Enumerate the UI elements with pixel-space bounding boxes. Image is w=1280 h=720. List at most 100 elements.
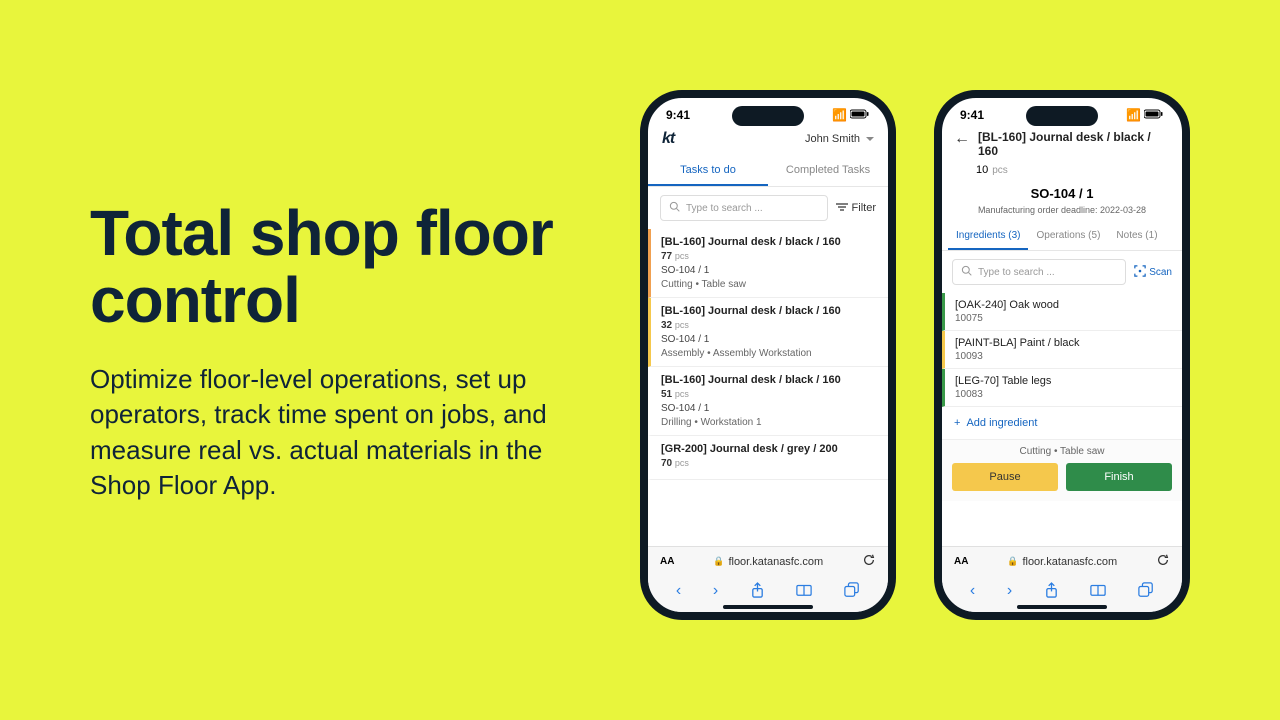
chevron-down-icon bbox=[866, 137, 874, 141]
search-icon bbox=[669, 201, 680, 215]
detail-qty: 10pcs bbox=[942, 162, 1182, 182]
bookmarks-icon[interactable] bbox=[1090, 582, 1106, 604]
user-menu[interactable]: John Smith bbox=[805, 133, 874, 145]
url-display: 🔒 floor.katanasfc.com bbox=[713, 556, 823, 568]
task-item[interactable]: [GR-200] Journal desk / grey / 200 70 pc… bbox=[648, 436, 888, 480]
tab-operations[interactable]: Operations (5) bbox=[1028, 223, 1108, 250]
status-icons: 📶 bbox=[1126, 108, 1164, 122]
task-qty: 77 pcs bbox=[661, 251, 878, 262]
detail-header: ← [BL-160] Journal desk / black / 160 bbox=[942, 126, 1182, 162]
share-icon[interactable] bbox=[750, 582, 765, 604]
ingredient-name: [PAINT-BLA] Paint / black bbox=[955, 337, 1172, 349]
search-input[interactable]: Type to search ... bbox=[952, 259, 1126, 285]
add-ingredient-label: Add ingredient bbox=[966, 417, 1037, 429]
task-title: [BL-160] Journal desk / black / 160 bbox=[661, 305, 878, 317]
url-bar[interactable]: AA 🔒 floor.katanasfc.com bbox=[942, 547, 1182, 576]
back-arrow-icon[interactable]: ← bbox=[954, 130, 970, 148]
search-placeholder: Type to search ... bbox=[686, 203, 763, 214]
task-item[interactable]: [BL-160] Journal desk / black / 160 51 p… bbox=[648, 367, 888, 436]
lock-icon: 🔒 bbox=[1007, 556, 1018, 567]
ingredient-item[interactable]: [PAINT-BLA] Paint / black 10093 bbox=[942, 331, 1182, 369]
task-qty: 32 pcs bbox=[661, 320, 878, 331]
filter-icon bbox=[836, 202, 848, 215]
browser-chrome: AA 🔒 floor.katanasfc.com ‹ › bbox=[648, 546, 888, 612]
ingredient-name: [LEG-70] Table legs bbox=[955, 375, 1172, 387]
task-title: [GR-200] Journal desk / grey / 200 bbox=[661, 443, 878, 455]
task-op: Cutting • Table saw bbox=[661, 279, 878, 290]
tab-ingredients[interactable]: Ingredients (3) bbox=[948, 223, 1028, 250]
task-so: SO-104 / 1 bbox=[661, 334, 878, 345]
search-input[interactable]: Type to search ... bbox=[660, 195, 828, 221]
lock-icon: 🔒 bbox=[713, 556, 724, 567]
tab-completed-tasks[interactable]: Completed Tasks bbox=[768, 156, 888, 186]
marketing-copy: Total shop floor control Optimize floor-… bbox=[90, 200, 580, 503]
task-so: SO-104 / 1 bbox=[661, 265, 878, 276]
task-title: [BL-160] Journal desk / black / 160 bbox=[661, 374, 878, 386]
status-icons: 📶 bbox=[832, 108, 870, 122]
pause-button[interactable]: Pause bbox=[952, 463, 1058, 491]
url-display: 🔒 floor.katanasfc.com bbox=[1007, 556, 1117, 568]
bookmarks-icon[interactable] bbox=[796, 582, 812, 604]
finish-button[interactable]: Finish bbox=[1066, 463, 1172, 491]
ingredient-item[interactable]: [OAK-240] Oak wood 10075 bbox=[942, 293, 1182, 331]
task-qty: 51 pcs bbox=[661, 389, 878, 400]
browser-chrome: AA 🔒 floor.katanasfc.com ‹ › bbox=[942, 546, 1182, 612]
refresh-icon[interactable] bbox=[862, 553, 876, 570]
headline: Total shop floor control bbox=[90, 200, 580, 334]
ingredient-item[interactable]: [LEG-70] Table legs 10083 bbox=[942, 369, 1182, 407]
tab-tasks-todo[interactable]: Tasks to do bbox=[648, 156, 768, 186]
tabs-icon[interactable] bbox=[844, 582, 860, 604]
scan-icon bbox=[1134, 265, 1146, 280]
battery-icon bbox=[850, 108, 870, 122]
filter-label: Filter bbox=[852, 202, 876, 214]
phone-notch bbox=[732, 106, 804, 126]
app-logo: kt bbox=[662, 130, 674, 148]
status-time: 9:41 bbox=[960, 108, 984, 122]
url-bar[interactable]: AA 🔒 floor.katanasfc.com bbox=[648, 547, 888, 576]
task-list: [BL-160] Journal desk / black / 160 77 p… bbox=[648, 229, 888, 480]
task-op: Drilling • Workstation 1 bbox=[661, 417, 878, 428]
status-time: 9:41 bbox=[666, 108, 690, 122]
forward-icon[interactable]: › bbox=[713, 582, 718, 604]
detail-so: SO-104 / 1 bbox=[942, 182, 1182, 205]
phone-mockup-detail: 9:41 📶 ← [BL-160] Journal desk / black /… bbox=[934, 90, 1190, 620]
text-size-icon[interactable]: AA bbox=[954, 556, 968, 567]
filter-button[interactable]: Filter bbox=[836, 202, 876, 215]
back-icon[interactable]: ‹ bbox=[970, 582, 975, 604]
detail-title: [BL-160] Journal desk / black / 160 bbox=[978, 130, 1170, 158]
battery-icon bbox=[1144, 108, 1164, 122]
share-icon[interactable] bbox=[1044, 582, 1059, 604]
signal-icon: 📶 bbox=[1126, 108, 1141, 122]
ingredient-code: 10093 bbox=[955, 351, 1172, 362]
ingredient-code: 10075 bbox=[955, 313, 1172, 324]
scan-row: Type to search ... Scan bbox=[942, 251, 1182, 293]
back-icon[interactable]: ‹ bbox=[676, 582, 681, 604]
task-item[interactable]: [BL-160] Journal desk / black / 160 77 p… bbox=[648, 229, 888, 298]
signal-icon: 📶 bbox=[832, 108, 847, 122]
home-indicator bbox=[1017, 605, 1107, 609]
detail-deadline: Manufacturing order deadline: 2022-03-28 bbox=[942, 205, 1182, 223]
ingredient-list: [OAK-240] Oak wood 10075 [PAINT-BLA] Pai… bbox=[942, 293, 1182, 407]
refresh-icon[interactable] bbox=[1156, 553, 1170, 570]
url-text: floor.katanasfc.com bbox=[728, 556, 823, 568]
task-qty: 70 pcs bbox=[661, 458, 878, 469]
current-operation: Cutting • Table saw bbox=[952, 446, 1172, 457]
action-footer: Cutting • Table saw Pause Finish bbox=[942, 439, 1182, 501]
add-ingredient-button[interactable]: + Add ingredient bbox=[942, 407, 1182, 439]
body-text: Optimize floor-level operations, set up … bbox=[90, 362, 580, 502]
task-so: SO-104 / 1 bbox=[661, 403, 878, 414]
task-item[interactable]: [BL-160] Journal desk / black / 160 32 p… bbox=[648, 298, 888, 367]
text-size-icon[interactable]: AA bbox=[660, 556, 674, 567]
phone-notch bbox=[1026, 106, 1098, 126]
forward-icon[interactable]: › bbox=[1007, 582, 1012, 604]
ingredient-code: 10083 bbox=[955, 389, 1172, 400]
task-tabs: Tasks to do Completed Tasks bbox=[648, 156, 888, 187]
scan-button[interactable]: Scan bbox=[1134, 265, 1172, 280]
detail-tabs: Ingredients (3) Operations (5) Notes (1) bbox=[942, 223, 1182, 251]
tab-notes[interactable]: Notes (1) bbox=[1108, 223, 1165, 250]
action-buttons: Pause Finish bbox=[952, 463, 1172, 491]
tabs-icon[interactable] bbox=[1138, 582, 1154, 604]
phone-mockup-tasks: 9:41 📶 kt John Smith Tasks to do Complet… bbox=[640, 90, 896, 620]
url-text: floor.katanasfc.com bbox=[1022, 556, 1117, 568]
task-title: [BL-160] Journal desk / black / 160 bbox=[661, 236, 878, 248]
